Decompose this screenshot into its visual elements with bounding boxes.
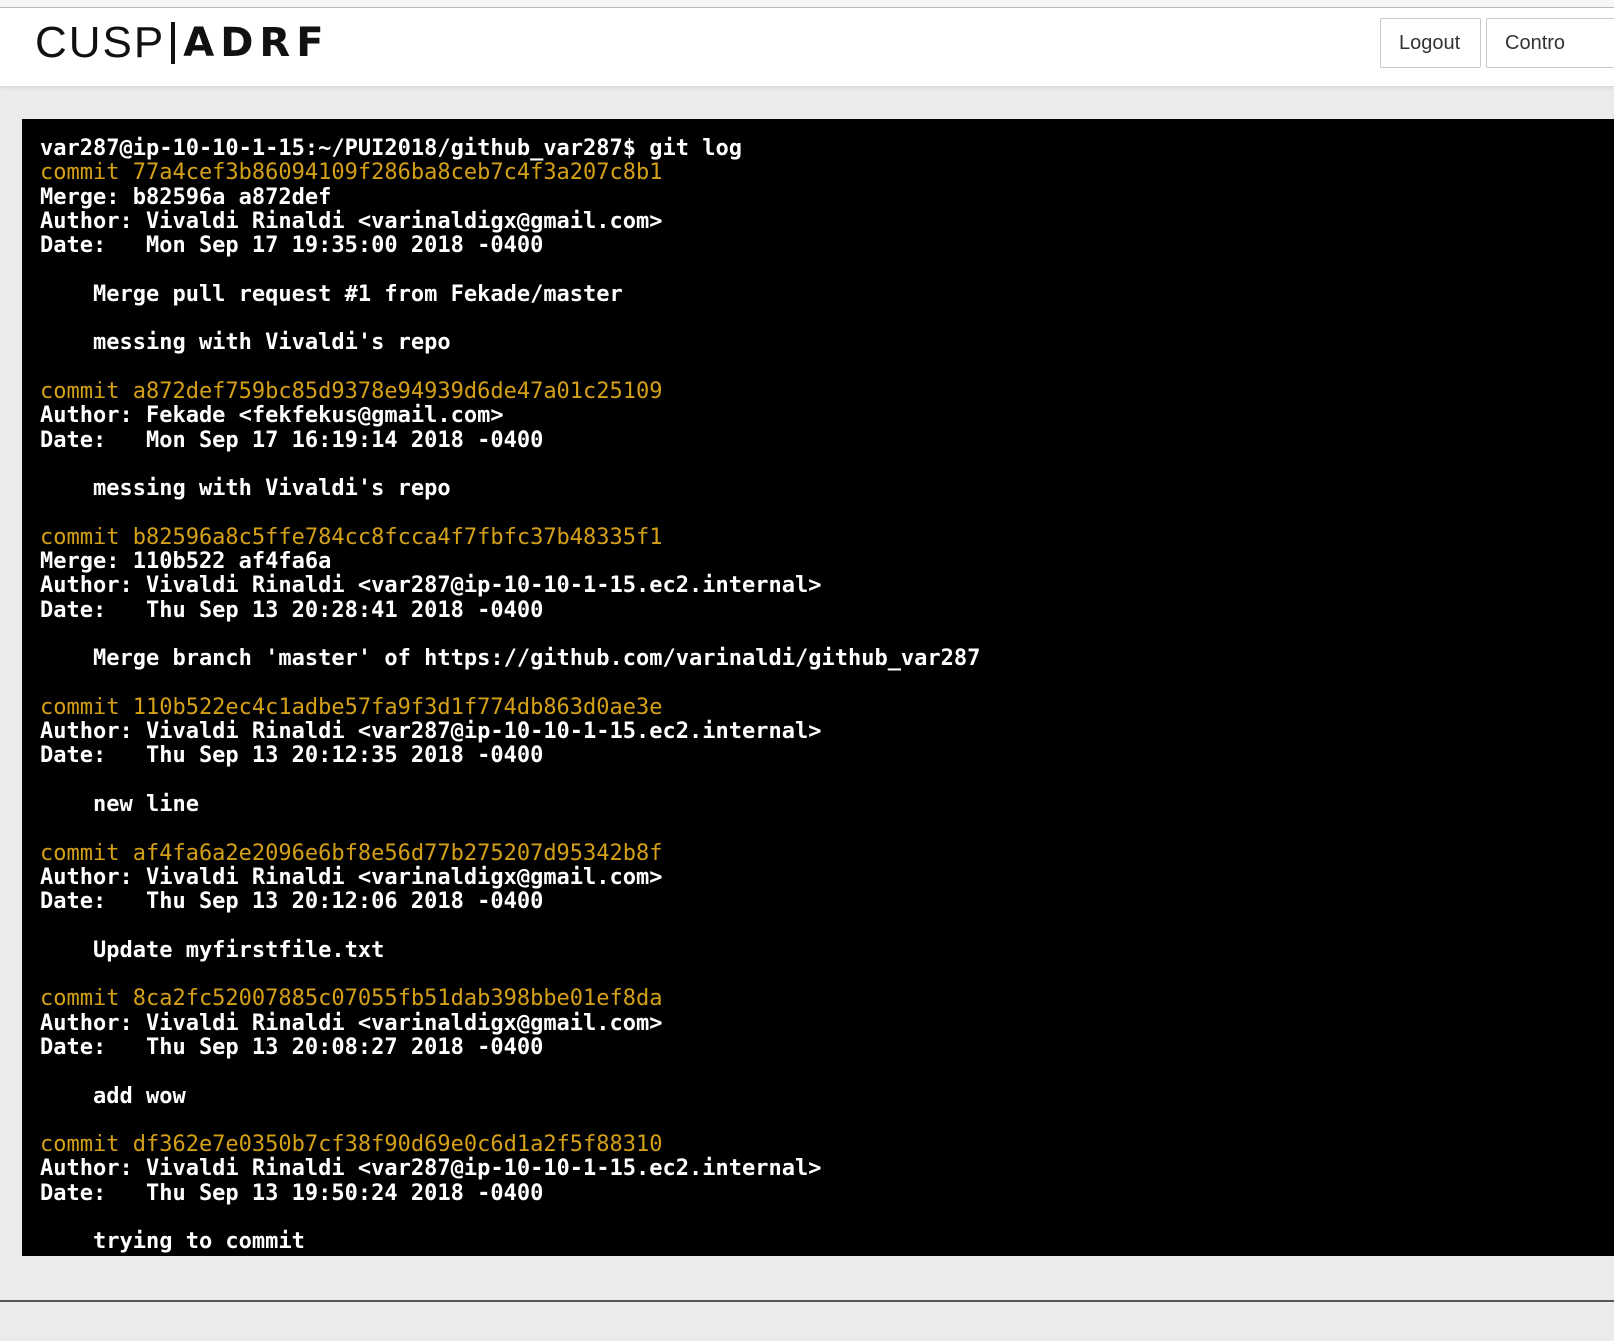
commit-hash-line: commit af4fa6a2e2096e6bf8e56d77b275207d9… (40, 840, 663, 866)
logout-button[interactable]: Logout (1380, 18, 1481, 68)
terminal-line: Date: Mon Sep 17 19:35:00 2018 -0400 (40, 233, 544, 259)
cusp-adrf-logo[interactable]: CUSP ADRF (35, 18, 330, 67)
terminal-line: Date: Thu Sep 13 19:50:24 2018 -0400 (40, 1180, 544, 1206)
commit-hash-line: commit 110b522ec4c1adbe57fa9f3d1f774db86… (40, 694, 663, 720)
terminal-line: Author: Vivaldi Rinaldi <var287@ip-10-10… (40, 1156, 822, 1182)
terminal-output: var287@ip-10-10-1-15:~/PUI2018/github_va… (40, 136, 1614, 1255)
commit-hash-line: commit b82596a8c5ffe784cc8fcca4f7fbfc37b… (40, 524, 663, 550)
terminal-line: Author: Vivaldi Rinaldi <varinaldigx@gma… (40, 1010, 663, 1036)
page-bottom-edge (0, 1300, 1614, 1302)
top-header: CUSP ADRF Logout Contro (0, 8, 1614, 87)
terminal-line: messing with Vivaldi's repo (40, 476, 451, 502)
logo-cusp-text: CUSP (35, 18, 166, 67)
terminal-line: Date: Mon Sep 17 16:19:14 2018 -0400 (40, 427, 544, 453)
commit-hash-line: commit a872def759bc85d9378e94939d6de47a0… (40, 378, 663, 404)
terminal-line: Merge branch 'master' of https://github.… (40, 646, 981, 672)
terminal-line: Merge: 110b522 af4fa6a (40, 549, 332, 575)
logo-adrf-text: ADRF (183, 20, 330, 66)
logo-divider (171, 22, 176, 64)
browser-top-edge (0, 0, 1614, 8)
terminal-line: var287@ip-10-10-1-15:~/PUI2018/github_va… (40, 136, 742, 161)
terminal-line: messing with Vivaldi's repo (40, 330, 451, 356)
terminal-line: Author: Vivaldi Rinaldi <var287@ip-10-10… (40, 719, 822, 745)
commit-hash-line: commit df362e7e0350b7cf38f90d69e0c6d1a2f… (40, 1132, 663, 1158)
terminal-line: new line (40, 792, 199, 818)
terminal-line: trying to commit (40, 1229, 305, 1255)
terminal-line: Update myfirstfile.txt (40, 937, 385, 963)
terminal-line: Author: Vivaldi Rinaldi <varinaldigx@gma… (40, 864, 663, 890)
terminal-line: add wow (40, 1083, 186, 1109)
terminal-line: Date: Thu Sep 13 20:08:27 2018 -0400 (40, 1034, 544, 1060)
commit-hash-line: commit 8ca2fc52007885c07055fb51dab398bbe… (40, 986, 663, 1012)
terminal-line: Merge pull request #1 from Fekade/master (40, 281, 623, 307)
terminal-line: Merge: b82596a a872def (40, 184, 332, 210)
terminal-line: Author: Vivaldi Rinaldi <var287@ip-10-10… (40, 573, 822, 599)
terminal-line: Date: Thu Sep 13 20:12:35 2018 -0400 (40, 743, 544, 769)
terminal-line: Author: Fekade <fekfekus@gmail.com> (40, 403, 504, 429)
terminal-line: Date: Thu Sep 13 20:12:06 2018 -0400 (40, 889, 544, 915)
terminal-line: Author: Vivaldi Rinaldi <varinaldigx@gma… (40, 208, 663, 234)
terminal-line: Date: Thu Sep 13 20:28:41 2018 -0400 (40, 597, 544, 623)
control-button[interactable]: Contro (1486, 18, 1614, 68)
terminal-window[interactable]: var287@ip-10-10-1-15:~/PUI2018/github_va… (22, 119, 1614, 1256)
commit-hash-line: commit 77a4cef3b86094109f286ba8ceb7c4f3a… (40, 160, 663, 186)
